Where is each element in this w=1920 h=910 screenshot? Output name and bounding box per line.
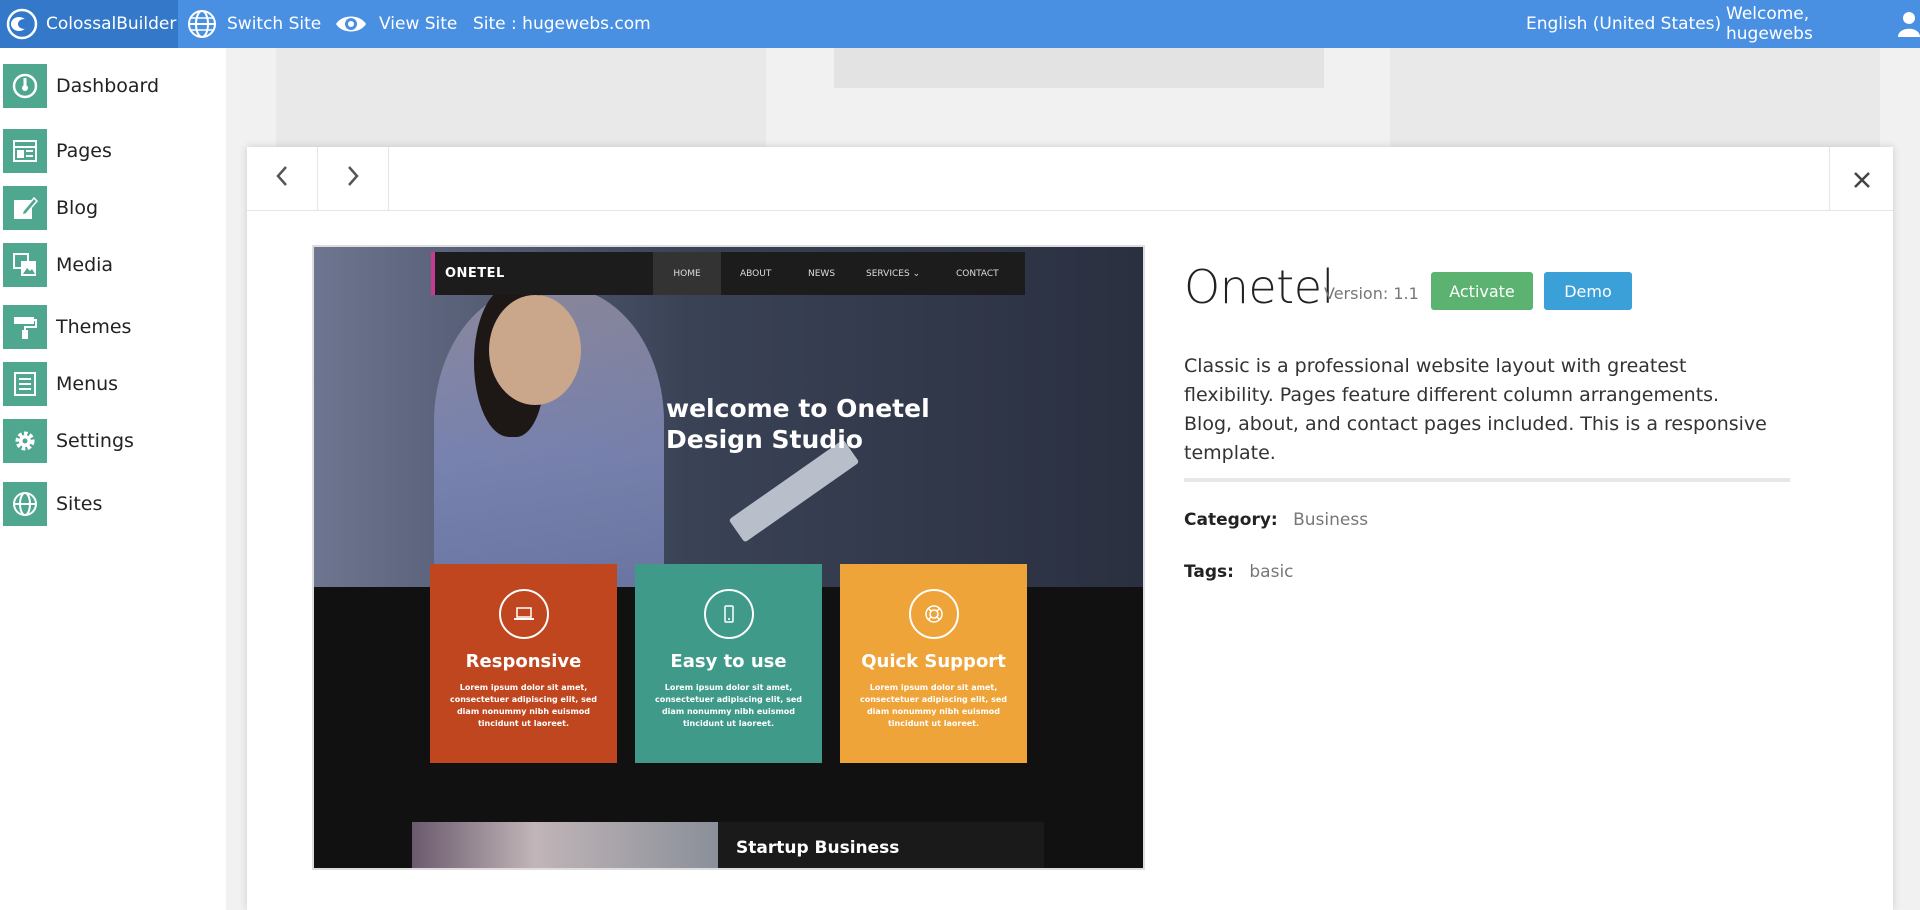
- preview-menu-item: HOME: [653, 252, 721, 295]
- eye-icon: [335, 13, 367, 35]
- sidebar-item-label: Media: [56, 254, 114, 276]
- preview-card-text: Lorem ipsum dolor sit amet, consectetuer…: [654, 683, 803, 728]
- preview-hero-title: welcome to Onetel Design Studio: [666, 393, 930, 455]
- globe-icon: [187, 9, 217, 39]
- preview-logo: ONETEL: [445, 266, 505, 281]
- tag-value: basic: [1249, 562, 1294, 582]
- brand-link[interactable]: ColossalBuilder: [0, 0, 178, 48]
- preview-menu-label: SERVICES: [866, 268, 910, 279]
- category-label: Category:: [1184, 510, 1278, 530]
- sidebar-item-media[interactable]: Media: [3, 243, 223, 287]
- sidebar-item-label: Blog: [56, 197, 98, 219]
- preview-card-title: Easy to use: [670, 651, 787, 672]
- preview-hero-line2: Design Studio: [666, 425, 863, 454]
- theme-version: Version: 1.1: [1324, 284, 1419, 303]
- demo-button[interactable]: Demo: [1544, 272, 1632, 310]
- language-selector[interactable]: English (United States): [1526, 0, 1721, 48]
- theme-preview-image: welcome to Onetel Design Studio ONETEL H…: [312, 245, 1145, 870]
- sidebar-item-pages[interactable]: Pages: [3, 129, 223, 173]
- pages-icon: [3, 129, 47, 173]
- theme-category: Category: Business: [1184, 510, 1368, 530]
- sidebar-item-label: Menus: [56, 373, 119, 395]
- preview-card-text: Lorem ipsum dolor sit amet, consectetuer…: [859, 683, 1008, 728]
- dashboard-icon: [3, 64, 47, 108]
- switch-site-label: Switch Site: [227, 14, 322, 34]
- chevron-left-icon: [275, 164, 289, 194]
- sidebar-item-dashboard[interactable]: Dashboard: [3, 64, 223, 108]
- preview-card-title: Quick Support: [861, 651, 1006, 672]
- preview-card-title: Responsive: [465, 651, 582, 672]
- preview-hero-face: [489, 295, 581, 405]
- background-content-strip: [276, 48, 766, 148]
- laptop-icon: [498, 589, 549, 639]
- tags-label: Tags:: [1184, 562, 1234, 582]
- background-portfolio-strip: [1390, 48, 1880, 148]
- switch-site-link[interactable]: Switch Site: [187, 0, 321, 48]
- modal-header: [247, 147, 1893, 211]
- sidebar-item-label: Pages: [56, 140, 112, 162]
- divider: [1184, 478, 1790, 482]
- activate-button[interactable]: Activate: [1431, 272, 1533, 310]
- sidebar-item-sites[interactable]: Sites: [3, 482, 223, 526]
- close-modal-button[interactable]: [1829, 147, 1893, 211]
- preview-navbar: ONETEL HOME ABOUT NEWS SERVICES ⌄ CONTAC…: [431, 252, 1025, 295]
- sidebar-item-themes[interactable]: Themes: [3, 305, 223, 349]
- current-site-label: Site : hugewebs.com: [473, 14, 651, 34]
- theme-name: Onetel: [1184, 260, 1334, 314]
- support-icon: [908, 589, 959, 639]
- top-bar: ColossalBuilder Switch Site View Site Si…: [0, 0, 1920, 48]
- view-site-label: View Site: [379, 14, 458, 34]
- sidebar: Dashboard Pages Blog Media Themes Menus …: [0, 48, 226, 910]
- preview-bottom-title: Startup Business: [736, 838, 900, 858]
- previous-theme-button[interactable]: [247, 147, 318, 211]
- brand-logo-icon: [6, 8, 38, 40]
- gear-icon: [3, 419, 47, 463]
- preview-bottom-image: [412, 822, 718, 868]
- preview-menu-item: ABOUT: [740, 268, 772, 279]
- sidebar-item-label: Settings: [56, 430, 134, 452]
- sidebar-item-menus[interactable]: Menus: [3, 362, 223, 406]
- sidebar-item-label: Sites: [56, 493, 103, 515]
- blog-icon: [3, 186, 47, 230]
- chevron-right-icon: [346, 164, 360, 194]
- preview-menu-item: NEWS: [808, 268, 836, 279]
- close-icon: [1853, 163, 1871, 196]
- chevron-down-icon: ⌄: [912, 268, 921, 279]
- preview-hero: welcome to Onetel Design Studio: [314, 247, 1143, 587]
- preview-menu-item: CONTACT: [956, 268, 999, 279]
- sidebar-item-label: Themes: [56, 316, 132, 338]
- background-image-card: [834, 48, 1324, 88]
- media-icon: [3, 243, 47, 287]
- preview-hero-line1: welcome to Onetel: [666, 394, 930, 423]
- theme-detail-modal: welcome to Onetel Design Studio ONETEL H…: [247, 147, 1893, 910]
- preview-menu-item: SERVICES ⌄: [866, 252, 920, 295]
- themes-icon: [3, 305, 47, 349]
- preview-card-text: Lorem ipsum dolor sit amet, consectetuer…: [449, 683, 598, 728]
- preview-feature-card: Responsive Lorem ipsum dolor sit amet, c…: [430, 564, 617, 763]
- preview-feature-card: Quick Support Lorem ipsum dolor sit amet…: [840, 564, 1027, 763]
- sidebar-item-blog[interactable]: Blog: [3, 186, 223, 230]
- category-value: Business: [1293, 510, 1369, 530]
- sidebar-item-label: Dashboard: [56, 75, 160, 97]
- preview-bottom-section: Startup Business: [412, 822, 1044, 868]
- sidebar-item-settings[interactable]: Settings: [3, 419, 223, 463]
- preview-feature-card: Easy to use Lorem ipsum dolor sit amet, …: [635, 564, 822, 763]
- view-site-link[interactable]: View Site: [335, 0, 457, 48]
- user-menu[interactable]: Welcome, hugewebs: [1726, 0, 1920, 48]
- menus-icon: [3, 362, 47, 406]
- theme-tags: Tags: basic: [1184, 562, 1294, 582]
- globe-icon: [3, 482, 47, 526]
- user-icon: [1898, 11, 1920, 37]
- welcome-label: Welcome, hugewebs: [1726, 4, 1813, 44]
- theme-description: Classic is a professional website layout…: [1184, 355, 1767, 464]
- brand-name: ColossalBuilder: [46, 14, 177, 34]
- mobile-icon: [703, 589, 754, 639]
- next-theme-button[interactable]: [318, 147, 389, 211]
